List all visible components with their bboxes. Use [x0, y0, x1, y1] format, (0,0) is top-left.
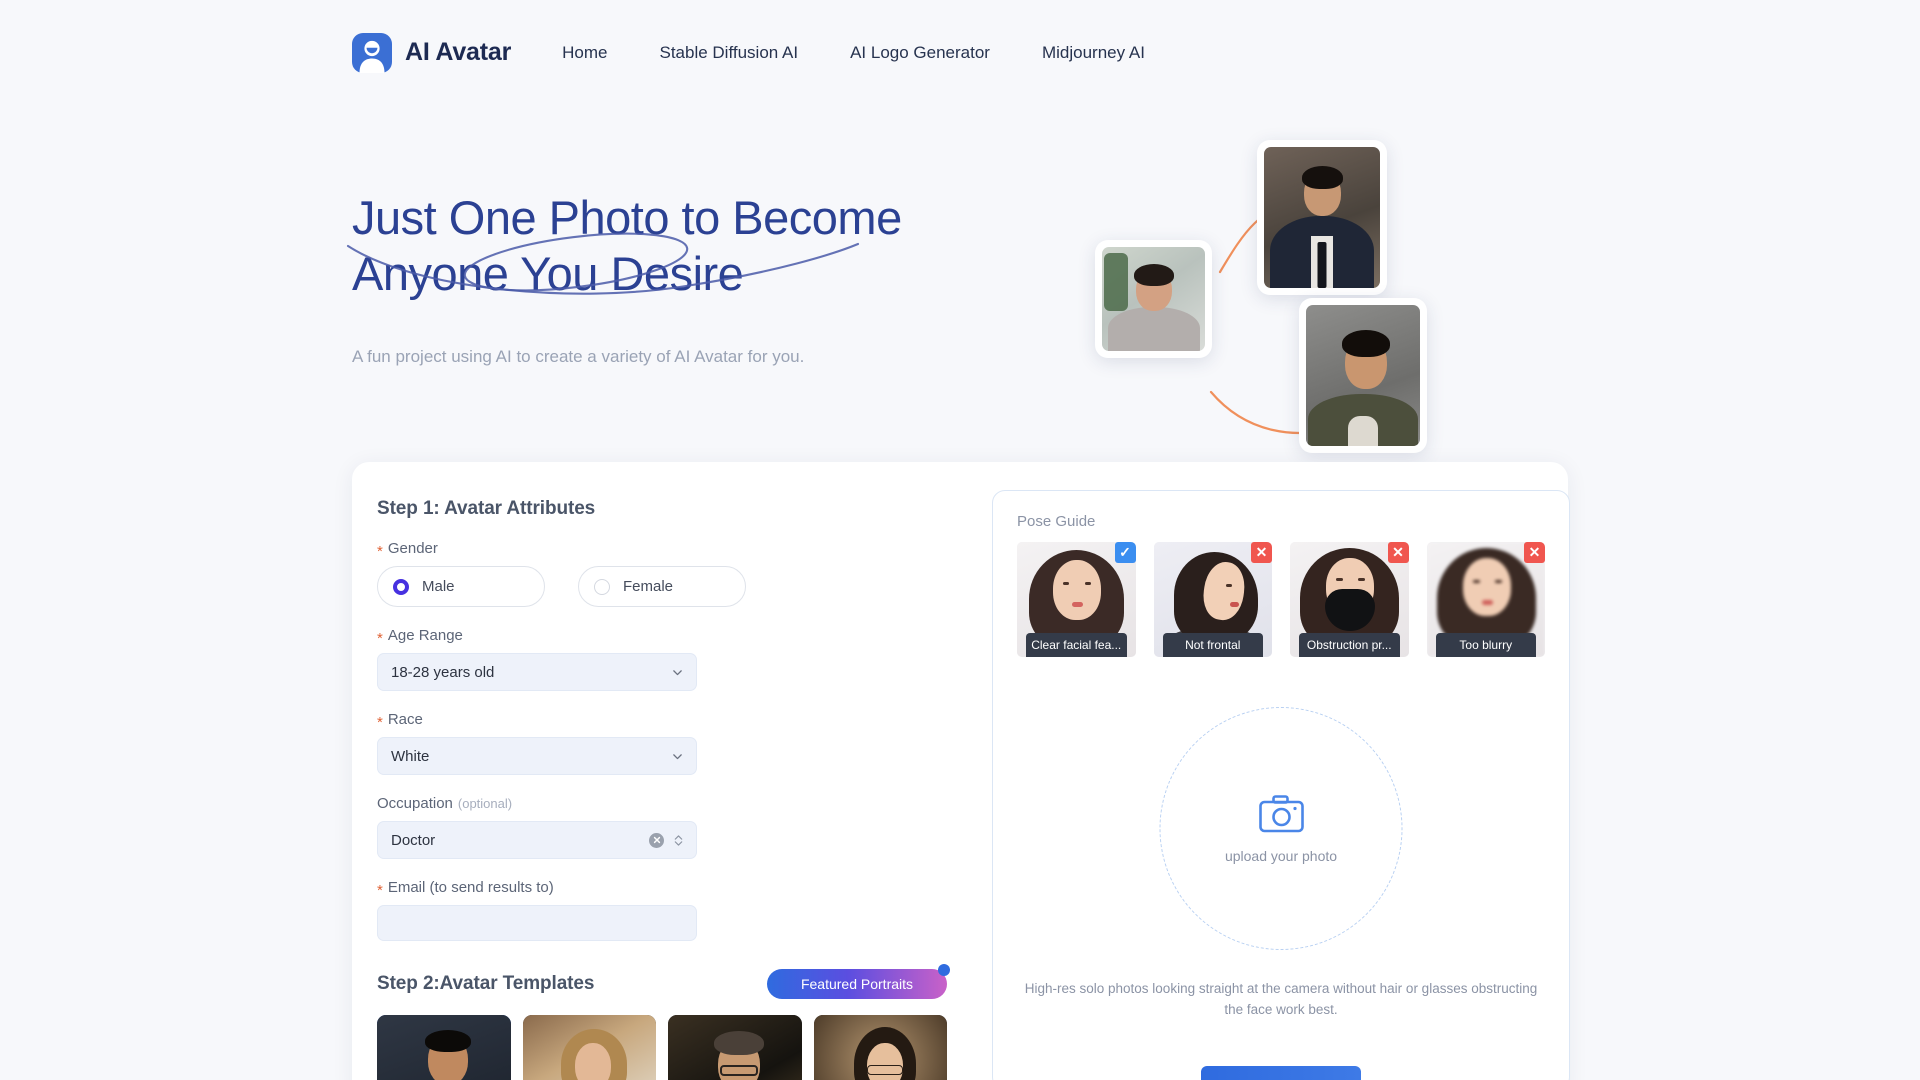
- generate-button[interactable]: [1201, 1066, 1361, 1080]
- avatar-template-1[interactable]: [377, 1015, 511, 1080]
- email-label: * Email (to send results to): [377, 879, 947, 899]
- field-occupation: Occupation (optional) Doctor: [377, 795, 947, 859]
- navbar: AI Avatar Home Stable Diffusion AI AI Lo…: [0, 0, 1920, 105]
- nav-link-ai-logo-generator[interactable]: AI Logo Generator: [850, 37, 990, 69]
- brand-name: AI Avatar: [405, 38, 512, 66]
- main-card: Step 1: Avatar Attributes * Gender Male …: [352, 462, 1570, 1080]
- gender-male-label: Male: [422, 578, 455, 595]
- email-label-text: Email (to send results to): [387, 879, 554, 896]
- upload-label: upload your photo: [1224, 847, 1338, 864]
- pose-guide-caption: Clear facial fea...: [1026, 633, 1127, 657]
- gender-radio-group: Male Female: [377, 566, 947, 607]
- gender-option-male[interactable]: Male: [377, 566, 545, 607]
- nav-links: Home Stable Diffusion AI AI Logo Generat…: [562, 37, 1145, 69]
- hero-subtitle: A fun project using AI to create a varie…: [352, 347, 805, 366]
- required-mark: *: [377, 714, 383, 731]
- avatar-template-list: [377, 1015, 947, 1080]
- page-root: AI Avatar Home Stable Diffusion AI AI Lo…: [0, 0, 1920, 1080]
- avatar-template-2[interactable]: [522, 1015, 656, 1080]
- chevron-down-icon: [673, 753, 682, 759]
- close-icon: ✕: [1524, 542, 1545, 563]
- email-field[interactable]: [377, 905, 697, 941]
- upload-dropzone[interactable]: upload your photo: [1159, 707, 1403, 950]
- field-email: * Email (to send results to): [377, 879, 947, 941]
- featured-portraits-label: Featured Portraits: [800, 976, 914, 992]
- pose-guide-item-obstruction: ✕ Obstruction pr...: [1290, 542, 1409, 657]
- gender-label: * Gender: [377, 540, 947, 560]
- pose-guide-title: Pose Guide: [1017, 513, 1096, 530]
- close-icon: ✕: [1251, 542, 1272, 563]
- avatar-smiley-icon: [352, 32, 392, 73]
- generated-photo-casual: [1299, 298, 1427, 453]
- hero-title-line1: Just One Photo to Become: [352, 191, 902, 244]
- pose-guide-item-clear-facial-features: ✓ Clear facial fea...: [1017, 542, 1136, 657]
- race-label-text: Race: [387, 711, 423, 728]
- occupation-label-text: Occupation: [377, 795, 453, 812]
- brand-logo[interactable]: AI Avatar: [352, 32, 512, 73]
- avatar-template-3[interactable]: [668, 1015, 802, 1080]
- avatar-attributes-form: Step 1: Avatar Attributes * Gender Male …: [352, 462, 972, 1080]
- source-photo: [1095, 240, 1212, 358]
- hero-title-line2: Anyone You Desire: [352, 247, 744, 300]
- age-range-value: 18-28 years old: [391, 663, 495, 681]
- required-mark: *: [377, 543, 383, 560]
- race-label: * Race: [377, 711, 947, 731]
- close-icon: ✕: [1387, 542, 1409, 563]
- age-range-select[interactable]: 18-28 years old: [377, 653, 697, 691]
- camera-icon: [1258, 794, 1304, 832]
- hero-copy: Just One Photo to Become Anyone You Desi…: [346, 190, 992, 369]
- nav-link-stable-diffusion-ai[interactable]: Stable Diffusion AI: [659, 37, 798, 69]
- race-value: White: [391, 747, 430, 765]
- step2-title: Step 2:Avatar Templates: [377, 973, 595, 994]
- field-race: * Race White: [377, 711, 947, 775]
- radio-indicator-male: [393, 578, 409, 595]
- nav-link-home[interactable]: Home: [562, 37, 607, 69]
- generated-photo-suit: [1257, 140, 1387, 295]
- step1-title: Step 1: Avatar Attributes: [377, 498, 596, 519]
- occupation-optional-note: (optional): [457, 796, 513, 811]
- featured-badge-dot: [938, 964, 950, 976]
- pose-guide-caption: Too blurry: [1435, 633, 1536, 657]
- clear-circle-icon[interactable]: [649, 832, 664, 848]
- nav-link-midjourney-ai[interactable]: Midjourney AI: [1042, 37, 1145, 69]
- featured-portraits-button[interactable]: Featured Portraits: [767, 964, 950, 999]
- upload-hint-text: High-res solo photos looking straight at…: [1024, 981, 1538, 1017]
- required-mark: *: [377, 630, 383, 647]
- pose-guide-list: ✓ Clear facial fea... ✕ Not frontal ✕ Ob…: [1017, 542, 1545, 657]
- age-range-label-text: Age Range: [387, 627, 463, 644]
- gender-option-female[interactable]: Female: [578, 566, 746, 607]
- field-age-range: * Age Range 18-28 years old: [377, 627, 947, 691]
- radio-indicator-female: [594, 578, 610, 595]
- pose-guide-item-too-blurry: ✕ Too blurry: [1426, 542, 1545, 657]
- pose-guide-caption: Not frontal: [1162, 633, 1263, 657]
- pose-guide-caption: Obstruction pr...: [1299, 633, 1400, 657]
- pose-guide-panel: Pose Guide ✓ Clear facial fea... ✕ Not f…: [992, 490, 1570, 1080]
- step2-header: Step 2:Avatar Templates Featured Portrai…: [377, 964, 950, 999]
- pose-guide-item-not-frontal: ✕ Not frontal: [1153, 542, 1272, 657]
- occupation-value: Doctor: [391, 831, 436, 849]
- page-title: Just One Photo to Become Anyone You Desi…: [346, 190, 992, 302]
- avatar-template-4[interactable]: [813, 1015, 947, 1080]
- occupation-input[interactable]: Doctor: [377, 821, 697, 859]
- field-gender: * Gender Male Female: [377, 540, 947, 607]
- hero-section: Just One Photo to Become Anyone You Desi…: [0, 105, 1920, 460]
- race-select[interactable]: White: [377, 737, 697, 775]
- hero-illustration: [1085, 120, 1565, 453]
- gender-female-label: Female: [623, 578, 674, 595]
- chevron-down-icon: [673, 669, 682, 675]
- required-mark: *: [377, 882, 383, 899]
- gender-label-text: Gender: [387, 540, 438, 557]
- age-range-label: * Age Range: [377, 627, 947, 647]
- stepper-updown-icon[interactable]: [673, 834, 684, 847]
- check-icon: ✓: [1114, 542, 1136, 563]
- upload-panel-column: Pose Guide ✓ Clear facial fea... ✕ Not f…: [972, 462, 1570, 1080]
- occupation-label: Occupation (optional): [377, 795, 947, 812]
